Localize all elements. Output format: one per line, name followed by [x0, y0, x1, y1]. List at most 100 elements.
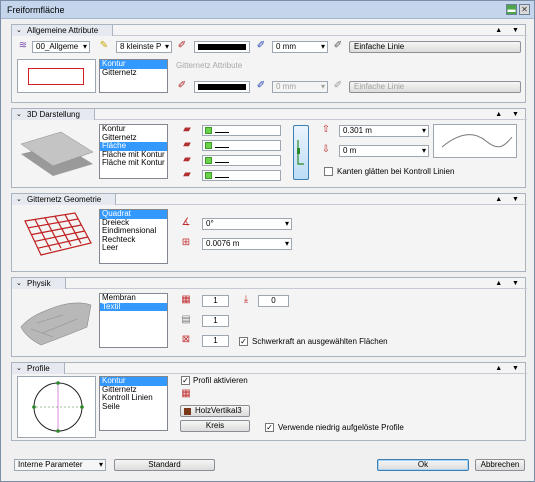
grid-width-icon: ✐ [256, 80, 266, 91]
section-header: ⌄ Physik ▲ ▼ [12, 278, 527, 289]
section-tab[interactable]: ⌄ Allgemeine Attribute [12, 25, 114, 36]
ok-button[interactable]: Ok [377, 459, 469, 471]
list-item[interactable]: Gitternetz [100, 69, 167, 78]
line-type-icon: ✐ [333, 40, 343, 51]
section-physics: ⌄ Physik ▲ ▼ Membran Textil ▦ 1 ⤓ 0 ▤ 1 ⊠… [11, 277, 527, 357]
section-scroll-controls[interactable]: ▲ ▼ [495, 363, 523, 374]
section-general-attributes: ⌄ Allgemeine Attribute ▲ ▼ ≋ 00_Allgeme ✎… [11, 24, 527, 103]
list-item[interactable]: Eindimensional [100, 227, 167, 236]
list-item[interactable]: Kontur [100, 377, 167, 386]
grid-color-swatch[interactable] [194, 81, 250, 93]
density-field[interactable]: 1 [202, 295, 229, 307]
grid-angle-dropdown[interactable]: 0° [202, 218, 292, 230]
profile-grid-icon: ▦ [181, 388, 191, 399]
layer-dropdown[interactable]: 00_Allgeme [32, 41, 90, 53]
smooth-edges-checkbox[interactable] [324, 167, 333, 176]
list-item[interactable]: Kontur [100, 60, 167, 69]
offset-top-icon: ⇧ [321, 124, 331, 135]
material-icon: ▰ [183, 154, 191, 165]
gravity-checkbox[interactable]: ✓ [239, 337, 248, 346]
list-item[interactable]: Textil [100, 302, 167, 311]
section-title: Gitternetz Geometrie [27, 195, 102, 204]
profile-shape-button[interactable]: Kreis [180, 420, 250, 432]
internal-parameters-dropdown[interactable]: Interne Parameter [14, 459, 106, 471]
section-tab[interactable]: ⌄ 3D Darstellung [12, 109, 95, 120]
material-slot[interactable] [202, 170, 281, 181]
grid-width-dropdown[interactable]: 0 mm [272, 81, 328, 93]
title-bar: Freiformfläche ▬ ✕ [1, 1, 534, 19]
grid-type-list[interactable]: Quadrat Dreieck Eindimensional Rechteck … [99, 209, 168, 264]
material-icon: ▰ [183, 169, 191, 180]
profile-material-label: HolzVertikal3 [195, 406, 242, 415]
pen-width-dropdown[interactable]: 0 mm [272, 41, 328, 53]
attribute-list[interactable]: Kontur Gitternetz [99, 59, 168, 93]
grid-line-button[interactable]: Einfache Linie [349, 81, 521, 93]
profile-material-button[interactable]: HolzVertikal3 [180, 405, 250, 417]
section-scroll-controls[interactable]: ▲ ▼ [495, 278, 523, 289]
pen-size-dropdown[interactable]: 8 kleinste P [116, 41, 172, 53]
tension-field[interactable]: 1 [202, 335, 229, 347]
grid-attributes-label: Gitternetz Attribute [176, 61, 243, 70]
cancel-button[interactable]: Abbrechen [475, 459, 525, 471]
list-item[interactable]: Kontroll Linien [100, 394, 167, 403]
material-slot[interactable] [202, 125, 281, 136]
material-slot[interactable] [202, 155, 281, 166]
section-title: 3D Darstellung [27, 110, 80, 119]
pen-width-icon: ✐ [256, 40, 266, 51]
layer-icon: ≋ [18, 40, 28, 51]
link-materials-toggle[interactable] [293, 125, 309, 180]
list-item[interactable]: Dreieck [100, 219, 167, 228]
list-item[interactable]: Gitternetz [100, 134, 167, 143]
pen-color-swatch[interactable] [194, 41, 250, 53]
section-profiles: ⌄ Profile ▲ ▼ Kontur Gitternetz Kontroll … [11, 362, 527, 441]
section-scroll-controls[interactable]: ▲ ▼ [495, 25, 523, 36]
collapse-icon: ⌄ [16, 280, 22, 287]
list-item[interactable]: Fläche mit Kontur und [100, 159, 167, 168]
section-scroll-controls[interactable]: ▲ ▼ [495, 109, 523, 120]
close-button[interactable]: ✕ [519, 4, 530, 15]
grid-preview [17, 209, 96, 267]
section-tab[interactable]: ⌄ Gitternetz Geometrie [12, 194, 117, 205]
section-header: ⌄ Gitternetz Geometrie ▲ ▼ [12, 194, 527, 205]
weight-field[interactable]: 0 [258, 295, 289, 307]
pen-size-icon: ✎ [99, 40, 109, 51]
pen-color-icon: ✐ [177, 40, 187, 51]
grid-line-icon: ✐ [333, 80, 343, 91]
list-item[interactable]: Membran [100, 294, 167, 303]
section-header: ⌄ 3D Darstellung ▲ ▼ [12, 109, 527, 120]
list-item[interactable]: Leer [100, 244, 167, 253]
minimize-button[interactable]: ▬ [506, 4, 517, 15]
collapse-icon: ⌄ [16, 27, 22, 34]
collapse-icon: ⌄ [16, 196, 22, 203]
list-item[interactable]: Quadrat [100, 210, 167, 219]
list-item[interactable]: Fläche mit Kontur [100, 151, 167, 160]
offset-bottom-dropdown[interactable]: 0 m [339, 145, 429, 157]
section-grid-geometry: ⌄ Gitternetz Geometrie ▲ ▼ Quadrat Dreiec… [11, 193, 527, 272]
grid-spacing-dropdown[interactable]: 0.0076 m [202, 238, 292, 250]
grid-spacing-icon: ⊞ [181, 237, 191, 248]
list-item[interactable]: Gitternetz [100, 386, 167, 395]
material-icon: ▰ [183, 124, 191, 135]
standard-button[interactable]: Standard [114, 459, 215, 471]
material-slot[interactable] [202, 140, 281, 151]
display-mode-list[interactable]: Kontur Gitternetz Fläche Fläche mit Kont… [99, 124, 168, 179]
physics-material-list[interactable]: Membran Textil [99, 293, 168, 348]
section-tab[interactable]: ⌄ Profile [12, 363, 65, 374]
collapse-icon: ⌄ [16, 365, 22, 372]
offset-top-dropdown[interactable]: 0.301 m [339, 125, 429, 137]
profile-target-list[interactable]: Kontur Gitternetz Kontroll Linien Seile [99, 376, 168, 431]
grid-angle-icon: ∡ [181, 217, 191, 228]
activate-profile-checkbox[interactable]: ✓ [181, 376, 190, 385]
section-tab[interactable]: ⌄ Physik [12, 278, 66, 289]
list-item[interactable]: Fläche [100, 142, 167, 151]
grid-pen-color-icon: ✐ [177, 80, 187, 91]
smooth-edges-label: Kanten glätten bei Kontroll Linien [337, 167, 455, 176]
line-type-button[interactable]: Einfache Linie [349, 41, 521, 53]
list-item[interactable]: Kontur [100, 125, 167, 134]
activate-profile-label: Profil aktivieren [193, 376, 248, 385]
list-item[interactable]: Rechteck [100, 236, 167, 245]
list-item[interactable]: Seile [100, 403, 167, 412]
stiffness-field[interactable]: 1 [202, 315, 229, 327]
lowres-profile-checkbox[interactable]: ✓ [265, 423, 274, 432]
section-scroll-controls[interactable]: ▲ ▼ [495, 194, 523, 205]
